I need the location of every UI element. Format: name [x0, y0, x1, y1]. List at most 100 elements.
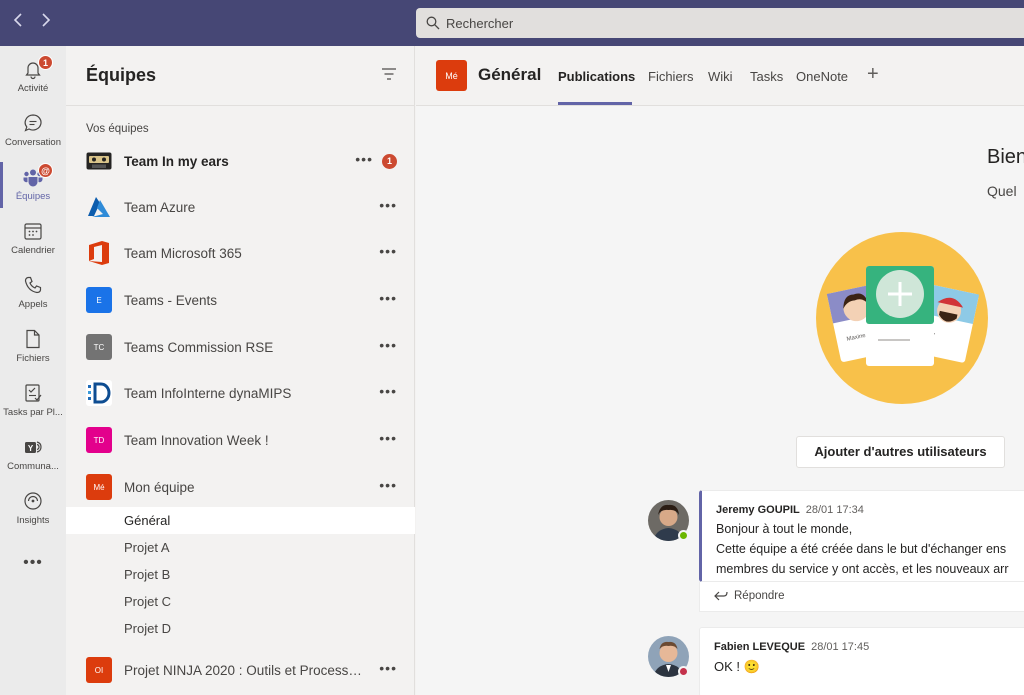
rail-item-files[interactable]: Fichiers: [0, 320, 66, 374]
channel-avatar: Mé: [436, 60, 467, 91]
channel-projet-b[interactable]: Projet B: [66, 561, 415, 588]
rail-item-chat[interactable]: Conversation: [0, 104, 66, 158]
team-name: Team Innovation Week !: [124, 433, 269, 448]
rail-label: Activité: [17, 83, 49, 94]
chat-icon: [24, 114, 42, 132]
team-avatar: TD: [86, 427, 112, 453]
team-row[interactable]: E Teams - Events •••: [66, 278, 415, 324]
team-row[interactable]: OI Projet NINJA 2020 : Outils et Process…: [66, 648, 415, 694]
message-time: 28/01 17:34: [805, 504, 864, 516]
team-more-button[interactable]: •••: [379, 477, 397, 493]
calendar-icon: [24, 223, 42, 240]
team-row[interactable]: Team InfoInterne dynaMIPS •••: [66, 371, 415, 417]
reply-label: Répondre: [734, 590, 785, 602]
message-author[interactable]: Jeremy GOUPIL: [716, 504, 800, 516]
message-card: Fabien LEVEQUE 28/01 17:45 OK ! 🙂: [699, 627, 1024, 695]
message-text: Bonjour à tout le monde,: [716, 522, 853, 536]
rail-label: Insights: [16, 515, 50, 526]
team-more-button[interactable]: •••: [355, 151, 373, 167]
rail-item-calls[interactable]: Appels: [0, 266, 66, 320]
top-bar: Rechercher: [0, 0, 1024, 46]
message-time: 28/01 17:45: [811, 641, 870, 653]
team-avatar: Mé: [86, 474, 112, 500]
channel-general[interactable]: Général: [66, 507, 415, 534]
tasks-icon: [25, 384, 42, 402]
message-author[interactable]: Fabien LEVEQUE: [714, 641, 805, 653]
rail-label: Tasks par Pl...: [3, 407, 63, 418]
rail-label: Équipes: [15, 191, 51, 202]
rail-item-calendar[interactable]: Calendrier: [0, 212, 66, 266]
rail-item-activity[interactable]: 1 Activité: [0, 50, 66, 104]
welcome-illustration: Maxine y: [816, 232, 988, 404]
team-more-button[interactable]: •••: [379, 243, 397, 259]
team-more-button[interactable]: •••: [379, 383, 397, 399]
section-label: Vos équipes: [86, 123, 149, 135]
presence-busy: [678, 666, 689, 677]
team-row[interactable]: TD Team Innovation Week ! •••: [66, 418, 415, 464]
teams-panel-header: Équipes: [66, 46, 414, 106]
team-name: Teams Commission RSE: [124, 340, 274, 355]
channel-projet-d[interactable]: Projet D: [66, 615, 415, 642]
rail-item-tasks[interactable]: Tasks par Pl...: [0, 374, 66, 428]
add-users-button[interactable]: Ajouter d'autres utilisateurs: [796, 436, 1005, 468]
team-notification-badge: 1: [382, 154, 397, 169]
team-name: Team Microsoft 365: [124, 246, 242, 261]
welcome-subtitle: Quel: [987, 183, 1017, 199]
tab-wiki[interactable]: Wiki: [708, 69, 733, 84]
presence-available: [678, 530, 689, 541]
team-avatar: E: [86, 287, 112, 313]
team-avatar: TC: [86, 334, 112, 360]
team-more-button[interactable]: •••: [379, 197, 397, 213]
panel-title: Équipes: [86, 65, 157, 85]
filter-icon[interactable]: [382, 68, 396, 80]
rail-label: Conversation: [5, 137, 61, 148]
team-more-button[interactable]: •••: [379, 337, 397, 353]
yammer-icon: Y: [25, 441, 42, 453]
message-text: membres du service y ont accès, et les n…: [716, 562, 1009, 576]
office-logo: [86, 240, 112, 266]
active-tab-indicator: [558, 102, 632, 105]
team-row[interactable]: Team Microsoft 365 •••: [66, 231, 415, 277]
welcome-title: Bien: [987, 146, 1024, 168]
tab-publications[interactable]: Publications: [558, 69, 635, 84]
team-more-button[interactable]: •••: [379, 660, 397, 676]
rail-label: Communa...: [7, 461, 59, 472]
svg-text:Y: Y: [28, 444, 34, 453]
team-name: Teams - Events: [124, 293, 218, 308]
team-avatar: OI: [86, 657, 112, 683]
tab-tasks[interactable]: Tasks: [750, 69, 783, 84]
team-more-button[interactable]: •••: [379, 290, 397, 306]
channel-projet-a[interactable]: Projet A: [66, 534, 415, 561]
app-rail: 1 Activité Conversation @ Équipes Calend…: [0, 46, 66, 695]
tab-fichiers[interactable]: Fichiers: [648, 69, 694, 84]
team-row[interactable]: Team In my ears ••• 1: [66, 139, 415, 185]
reply-bar[interactable]: Répondre: [699, 582, 1024, 612]
more-apps-button[interactable]: •••: [0, 554, 66, 572]
message-meta: Jeremy GOUPIL 28/01 17:34: [716, 504, 864, 516]
channel-header: Mé Général Publications Fichiers Wiki Ta…: [416, 46, 1024, 106]
rail-item-communities[interactable]: Y Communa...: [0, 428, 66, 482]
team-row[interactable]: TC Teams Commission RSE •••: [66, 325, 415, 371]
activity-badge: 1: [38, 55, 53, 70]
team-row[interactable]: Team Azure •••: [66, 185, 415, 231]
rail-item-teams[interactable]: @ Équipes: [0, 158, 66, 212]
chevron-right-icon[interactable]: [36, 13, 56, 33]
message-meta: Fabien LEVEQUE 28/01 17:45: [714, 641, 869, 653]
teams-mention-badge: @: [38, 163, 53, 178]
add-tab-button[interactable]: +: [867, 63, 879, 86]
chevron-left-icon[interactable]: [8, 13, 28, 33]
dynamips-logo: [86, 380, 112, 406]
team-more-button[interactable]: •••: [379, 430, 397, 446]
tab-onenote[interactable]: OneNote: [796, 69, 848, 84]
search-input[interactable]: Rechercher: [416, 8, 1024, 38]
insights-icon: [24, 492, 42, 510]
search-icon: [426, 16, 440, 30]
channel-projet-c[interactable]: Projet C: [66, 588, 415, 615]
team-name: Team In my ears: [124, 154, 229, 169]
rail-item-insights[interactable]: Insights: [0, 482, 66, 536]
team-name: Team Azure: [124, 200, 196, 215]
cassette-logo: [86, 148, 112, 174]
team-row[interactable]: Mé Mon équipe •••: [66, 465, 415, 511]
team-name: Mon équipe: [124, 480, 195, 495]
phone-icon: [24, 276, 42, 294]
